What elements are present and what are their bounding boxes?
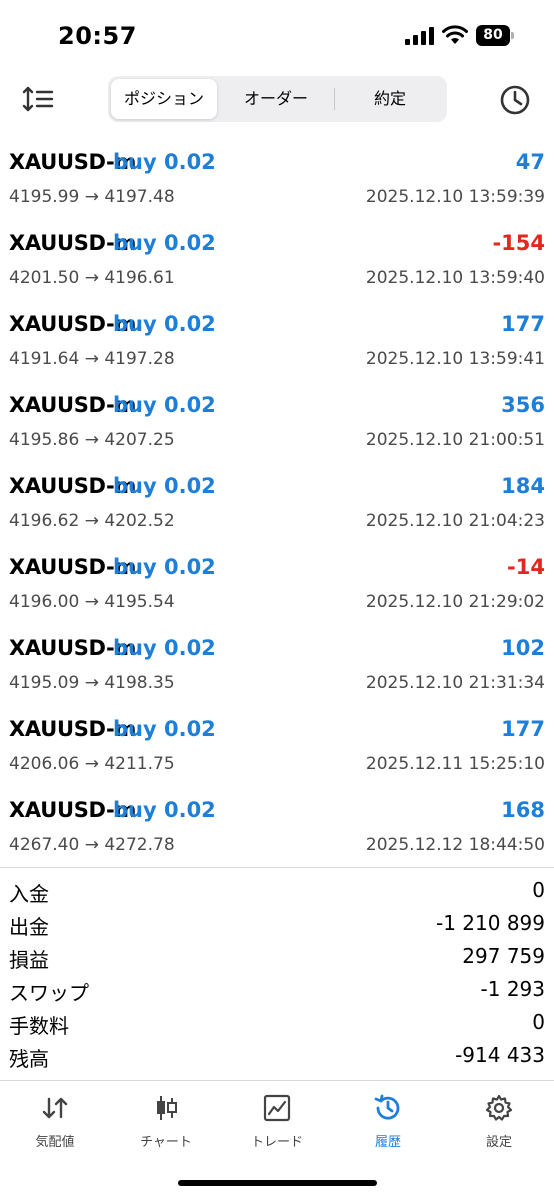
trade-time: 2025.12.10 21:29:02 [365, 592, 545, 612]
summary-label: 残高 [9, 1047, 49, 1071]
trade-side-volume: buy 0.02 [113, 150, 216, 174]
trade-row[interactable]: XAUUSD-m buy 0.02 177 4206.06 → 4211.75 2025… [0, 709, 554, 790]
tab-deals[interactable]: 約定 [336, 79, 444, 119]
gear-icon [485, 1094, 513, 1121]
tab-trade[interactable]: トレード [222, 1081, 332, 1161]
summary-label: 出金 [9, 915, 49, 939]
trade-profit: 184 [501, 474, 545, 498]
summary-value: -1 293 [480, 977, 545, 1001]
trade-side-volume: buy 0.02 [113, 555, 216, 579]
summary-value: 297 759 [462, 944, 545, 968]
trade-side-volume: buy 0.02 [113, 393, 216, 417]
summary-row: 出金 -1 210 899 [0, 908, 554, 941]
summary-row: 損益 297 759 [0, 941, 554, 974]
trade-time: 2025.12.10 13:59:41 [365, 349, 545, 369]
trade-time: 2025.12.11 15:25:10 [365, 754, 545, 774]
trade-prices: 4195.86 → 4207.25 [9, 430, 175, 450]
trade-prices: 4201.50 → 4196.61 [9, 268, 175, 288]
trade-row[interactable]: XAUUSD-m buy 0.02 -154 4201.50 → 4196.61 202… [0, 223, 554, 304]
trade-side-volume: buy 0.02 [113, 231, 216, 255]
trade-prices: 4196.62 → 4202.52 [9, 511, 175, 531]
cellular-signal-icon [405, 27, 434, 45]
trade-profit: 47 [515, 150, 545, 174]
trade-time: 2025.12.10 13:59:40 [365, 268, 545, 288]
home-indicator [178, 1180, 377, 1186]
tab-label: 設定 [485, 1135, 512, 1150]
history-icon [374, 1094, 400, 1120]
tab-orders[interactable]: オーダー [220, 79, 332, 119]
trade-row[interactable]: XAUUSD-m buy 0.02 177 4191.64 → 4197.28 2025… [0, 304, 554, 385]
trade-chart-icon [263, 1094, 291, 1122]
trade-side-volume: buy 0.02 [113, 312, 216, 336]
trade-prices: 4196.00 → 4195.54 [9, 592, 175, 612]
battery-icon: 80 [476, 25, 516, 46]
history-toolbar: ポジション オーダー 約定 [0, 72, 554, 128]
quotes-icon [42, 1097, 68, 1119]
summary-row: 入金 0 [0, 875, 554, 908]
trade-prices: 4206.06 → 4211.75 [9, 754, 175, 774]
tab-label: 気配値 [35, 1135, 75, 1150]
trade-profit: 356 [501, 393, 545, 417]
wifi-icon [442, 25, 468, 44]
trade-row[interactable]: XAUUSD-m buy 0.02 184 4196.62 → 4202.52 2025… [0, 466, 554, 547]
tab-chart[interactable]: チャート [111, 1081, 221, 1161]
trade-row[interactable]: XAUUSD-m buy 0.02 168 4267.40 → 4272.78 2025… [0, 790, 554, 871]
candlestick-icon [157, 1096, 177, 1120]
trade-prices: 4191.64 → 4197.28 [9, 349, 175, 369]
summary-section: 入金 0 出金 -1 210 899 損益 297 759 スワップ -1 293 手数料 0 残高… [0, 875, 554, 1073]
trade-time: 2025.12.10 13:59:39 [365, 187, 545, 207]
trade-side-volume: buy 0.02 [113, 474, 216, 498]
summary-label: スワップ [9, 981, 89, 1005]
trade-prices: 4267.40 → 4272.78 [9, 835, 175, 855]
summary-value: -1 210 899 [435, 911, 545, 935]
tab-label: トレード [250, 1135, 303, 1150]
trade-prices: 4195.09 → 4198.35 [9, 673, 175, 693]
tab-history[interactable]: 履歴 [333, 1081, 443, 1161]
trade-time: 2025.12.12 18:44:50 [365, 835, 545, 855]
summary-row: スワップ -1 293 [0, 974, 554, 1007]
trade-profit: -14 [507, 555, 545, 579]
battery-level: 80 [476, 25, 510, 46]
bottom-tab-bar: 気配値 チャート トレード 履歴 設定 [0, 1081, 554, 1161]
trade-time: 2025.12.10 21:31:34 [365, 673, 545, 693]
segmented-control: ポジション オーダー 約定 [108, 76, 447, 122]
trade-row[interactable]: XAUUSD-m buy 0.02 102 4195.09 → 4198.35 2025… [0, 628, 554, 709]
clock-icon[interactable] [497, 82, 533, 118]
trade-row[interactable]: XAUUSD-m buy 0.02 -14 4196.00 → 4195.54 2025… [0, 547, 554, 628]
summary-value: -914 433 [455, 1043, 545, 1067]
summary-row: 手数料 0 [0, 1007, 554, 1040]
trade-profit: 177 [501, 312, 545, 336]
trade-row[interactable]: XAUUSD-m buy 0.02 356 4195.86 → 4207.25 2025… [0, 385, 554, 466]
summary-label: 入金 [9, 882, 49, 906]
summary-label: 手数料 [9, 1014, 69, 1038]
trade-time: 2025.12.10 21:00:51 [365, 430, 545, 450]
trade-profit: 168 [501, 798, 545, 822]
divider [0, 867, 554, 868]
summary-value: 0 [532, 878, 545, 902]
sort-icon[interactable] [22, 84, 56, 114]
status-bar: 20:57 80 [0, 0, 554, 72]
trade-profit: 102 [501, 636, 545, 660]
summary-row: 残高 -914 433 [0, 1040, 554, 1073]
tab-positions[interactable]: ポジション [111, 79, 217, 119]
trade-side-volume: buy 0.02 [113, 717, 216, 741]
trade-prices: 4195.99 → 4197.48 [9, 187, 175, 207]
trade-list: XAUUSD-m buy 0.02 47 4195.99 → 4197.48 2025.… [0, 142, 554, 871]
trade-profit: -154 [492, 231, 545, 255]
trade-side-volume: buy 0.02 [113, 798, 216, 822]
trade-profit: 177 [501, 717, 545, 741]
status-time: 20:57 [58, 22, 137, 50]
segment-divider [334, 88, 335, 110]
trade-side-volume: buy 0.02 [113, 636, 216, 660]
trade-time: 2025.12.10 21:04:23 [365, 511, 545, 531]
tab-label: 履歴 [374, 1135, 401, 1150]
trade-row[interactable]: XAUUSD-m buy 0.02 47 4195.99 → 4197.48 2025.… [0, 142, 554, 223]
tab-quotes[interactable]: 気配値 [0, 1081, 110, 1161]
tab-settings[interactable]: 設定 [444, 1081, 554, 1161]
summary-label: 損益 [9, 948, 49, 972]
tab-label: チャート [140, 1135, 192, 1150]
summary-value: 0 [532, 1010, 545, 1034]
